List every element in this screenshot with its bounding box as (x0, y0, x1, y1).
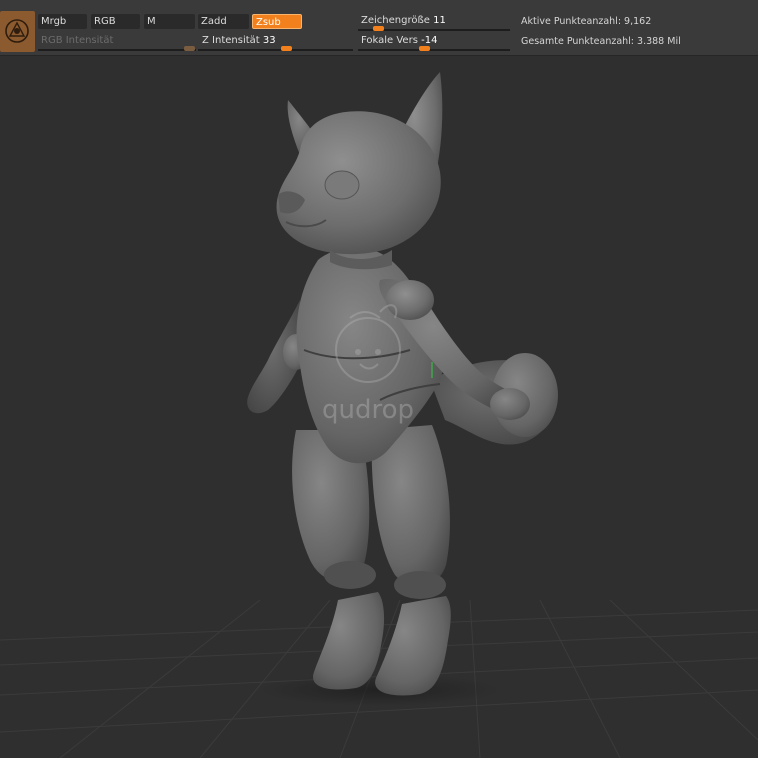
focal-shift-label: Fokale Vers (361, 35, 418, 46)
current-brush-button[interactable] (0, 11, 35, 52)
rgb-intensity-label: RGB Intensität (41, 35, 114, 46)
rgb-intensity-knob[interactable] (184, 46, 195, 51)
zsub-toggle[interactable]: Zsub (252, 14, 302, 29)
mrgb-toggle[interactable]: Mrgb (38, 14, 87, 29)
rgb-toggle[interactable]: RGB (91, 14, 140, 29)
draw-size-value: 11 (433, 15, 446, 26)
sculpt-scene: qudrop (0, 72, 758, 758)
z-intensity-knob[interactable] (281, 46, 292, 51)
head (276, 72, 443, 270)
draw-size-label: Zeichengröße (361, 15, 430, 26)
top-toolbar: Mrgb RGB M Zadd Zsub RGB Intensität Z In… (0, 0, 758, 56)
legs (292, 425, 451, 696)
active-points-count: Aktive Punkteanzahl: 9,162 (521, 16, 652, 27)
m-toggle[interactable]: M (144, 14, 195, 29)
z-intensity-slider-label: Z Intensität 33 (202, 34, 276, 47)
z-intensity-value: 33 (262, 35, 276, 46)
zadd-toggle[interactable]: Zadd (198, 14, 249, 29)
focal-shift-value: -14 (421, 35, 438, 46)
zbrush-window: Mrgb RGB M Zadd Zsub RGB Intensität Z In… (0, 0, 758, 758)
focal-shift-slider[interactable] (358, 49, 510, 51)
rgb-intensity-slider[interactable] (38, 49, 196, 51)
document-canvas[interactable]: qudrop (0, 56, 758, 758)
z-intensity-slider[interactable] (198, 49, 353, 51)
brush-icon (5, 19, 29, 43)
z-intensity-label: Z Intensität (202, 35, 260, 46)
focal-shift-knob[interactable] (419, 46, 430, 51)
watermark-text: qudrop (322, 395, 414, 425)
draw-size-knob[interactable] (373, 26, 384, 31)
total-points-count: Gesamte Punkteanzahl: 3.388 Mil (521, 36, 681, 47)
